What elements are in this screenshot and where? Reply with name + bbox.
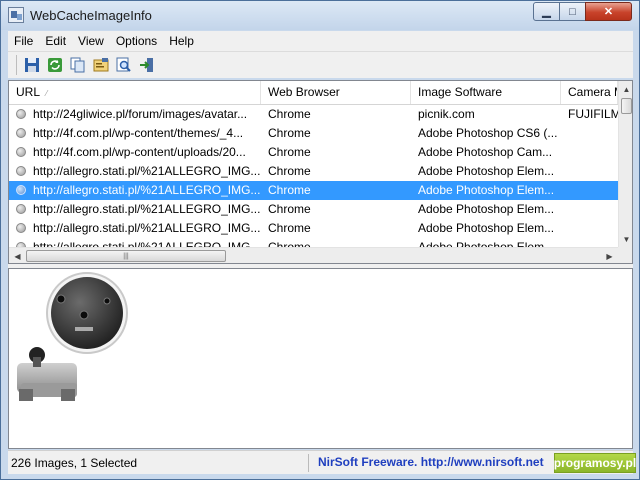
cell-url: http://allegro.stati.pl/%21ALLEGRO_IMG..… — [33, 221, 261, 235]
table-row[interactable]: http://allegro.stati.pl/%21ALLEGRO_IMG..… — [9, 200, 618, 219]
cell-web-browser: Chrome — [268, 145, 311, 159]
cell-web-browser: Chrome — [268, 164, 311, 178]
horizontal-scrollbar[interactable]: ◀ ||| ▶ — [9, 247, 618, 263]
status-image-count: 226 Images, 1 Selected — [11, 456, 138, 470]
menu-bar: File Edit View Options Help — [8, 31, 633, 51]
cell-image-software: picnik.com — [418, 107, 475, 121]
table-row[interactable]: http://4f.com.pl/wp-content/themes/_4...… — [9, 124, 618, 143]
app-window: WebCacheImageInfo ▁ □ ✕ File Edit View O… — [0, 0, 640, 480]
sort-ascending-icon: ⁄ — [46, 89, 48, 98]
refresh-icon — [48, 58, 62, 72]
menu-view[interactable]: View — [72, 34, 110, 48]
column-label-url: URL — [16, 85, 41, 99]
minimize-button[interactable]: ▁ — [533, 2, 560, 21]
cell-camera-model — [561, 181, 618, 200]
cell-web-browser: Chrome — [268, 202, 311, 216]
cell-image-software: Adobe Photoshop Elem... — [418, 221, 555, 235]
cell-camera-model — [561, 162, 618, 181]
maximize-button[interactable]: □ — [559, 2, 586, 21]
vertical-scroll-thumb[interactable] — [621, 98, 632, 114]
window-title: WebCacheImageInfo — [30, 8, 152, 23]
cell-image-software: Adobe Photoshop Elem... — [418, 183, 555, 197]
cell-url: http://allegro.stati.pl/%21ALLEGRO_IMG..… — [33, 183, 261, 197]
scroll-right-icon[interactable]: ▶ — [601, 248, 618, 263]
cell-camera-model — [561, 200, 618, 219]
close-button[interactable]: ✕ — [585, 2, 632, 21]
properties-button[interactable] — [91, 55, 111, 75]
cell-image-software: Adobe Photoshop Cam... — [418, 145, 553, 159]
app-icon — [8, 7, 24, 23]
column-header-image-software[interactable]: Image Software — [411, 81, 561, 104]
column-header-web-browser[interactable]: Web Browser — [261, 81, 411, 104]
menu-edit[interactable]: Edit — [39, 34, 72, 48]
menu-help[interactable]: Help — [163, 34, 200, 48]
save-icon — [25, 58, 39, 72]
cell-web-browser: Chrome — [268, 221, 311, 235]
status-bar: 226 Images, 1 Selected NirSoft Freeware.… — [8, 450, 636, 474]
scroll-up-icon[interactable]: ▲ — [619, 82, 632, 97]
cell-image-software: Adobe Photoshop Elem... — [418, 202, 555, 216]
programosy-badge: programosy.pl — [554, 453, 636, 473]
table-row-selected[interactable]: http://allegro.stati.pl/%21ALLEGRO_IMG..… — [9, 181, 618, 200]
table-row[interactable]: http://4f.com.pl/wp-content/uploads/20..… — [9, 143, 618, 162]
cell-camera-model: FUJIFILM — [568, 107, 618, 121]
list-header: URL ⁄ Web Browser Image Software Camera M — [9, 81, 618, 105]
title-bar[interactable]: WebCacheImageInfo ▁ □ ✕ — [1, 1, 639, 30]
status-separator — [308, 454, 309, 472]
cell-url: http://24gliwice.pl/forum/images/avatar.… — [33, 107, 248, 121]
cell-url: http://allegro.stati.pl/%21ALLEGRO_IMG..… — [33, 164, 261, 178]
cell-url: http://4f.com.pl/wp-content/uploads/20..… — [33, 145, 246, 159]
cell-camera-model — [561, 124, 618, 143]
cell-url: http://4f.com.pl/wp-content/themes/_4... — [33, 126, 244, 140]
table-row[interactable]: http://24gliwice.pl/forum/images/avatar.… — [9, 105, 618, 124]
cell-camera-model — [561, 219, 618, 238]
scroll-left-icon[interactable]: ◀ — [9, 248, 26, 263]
cell-web-browser: Chrome — [268, 107, 311, 121]
cell-camera-model — [561, 143, 618, 162]
toolbar — [8, 51, 633, 78]
menu-file[interactable]: File — [8, 34, 39, 48]
exit-button[interactable] — [137, 55, 157, 75]
nirsoft-link[interactable]: NirSoft Freeware. http://www.nirsoft.net — [318, 455, 544, 469]
toolbar-separator — [16, 55, 17, 75]
menu-options[interactable]: Options — [110, 34, 163, 48]
refresh-button[interactable] — [45, 55, 65, 75]
exit-icon — [140, 58, 153, 72]
scroll-down-icon[interactable]: ▼ — [619, 232, 632, 247]
cell-image-software: Adobe Photoshop CS6 (... — [418, 126, 558, 140]
find-icon — [116, 57, 131, 72]
scroll-corner — [618, 247, 632, 263]
horizontal-scroll-thumb[interactable]: ||| — [26, 250, 226, 262]
cell-image-software: Adobe Photoshop Elem... — [418, 164, 555, 178]
preview-image — [17, 272, 128, 401]
table-row[interactable]: http://allegro.stati.pl/%21ALLEGRO_IMG..… — [9, 162, 618, 181]
image-list[interactable]: URL ⁄ Web Browser Image Software Camera M… — [8, 80, 633, 264]
cell-web-browser: Chrome — [268, 126, 311, 140]
column-header-url[interactable]: URL ⁄ — [9, 81, 261, 104]
column-header-camera-model[interactable]: Camera M — [561, 81, 618, 104]
image-preview-pane — [8, 268, 633, 449]
vertical-scrollbar[interactable]: ▲ ▼ — [618, 81, 632, 247]
save-button[interactable] — [22, 55, 42, 75]
cell-web-browser: Chrome — [268, 183, 311, 197]
copy-icon — [70, 57, 85, 73]
table-row[interactable]: http://allegro.stati.pl/%21ALLEGRO_IMG..… — [9, 219, 618, 238]
list-rows: http://24gliwice.pl/forum/images/avatar.… — [9, 105, 618, 257]
find-button[interactable] — [114, 55, 134, 75]
cell-url: http://allegro.stati.pl/%21ALLEGRO_IMG..… — [33, 202, 261, 216]
copy-button[interactable] — [68, 55, 88, 75]
properties-icon — [93, 58, 109, 72]
